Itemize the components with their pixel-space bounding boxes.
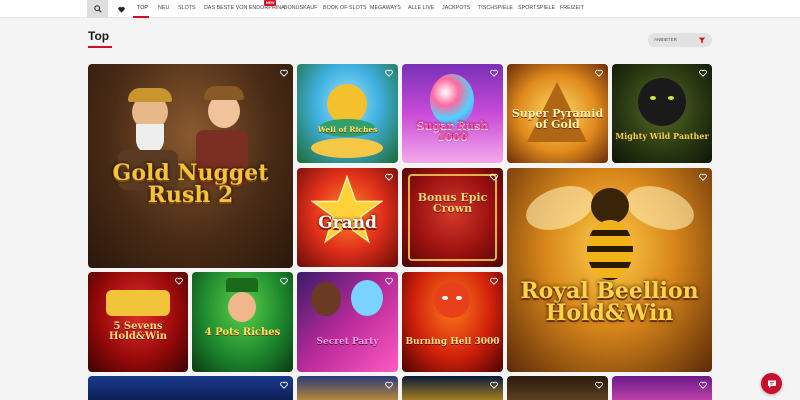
section-title: Top — [88, 29, 110, 43]
favorite-icon[interactable] — [385, 69, 393, 77]
favorite-icon[interactable] — [490, 381, 498, 389]
game-title: Gold Nugget Rush 2 — [112, 160, 269, 208]
search-button[interactable] — [87, 0, 108, 18]
provider-filter[interactable]: ANBIETER — [648, 33, 712, 47]
game-tile[interactable]: Gold Nugget Rush 2 — [88, 64, 293, 268]
game-tile[interactable] — [88, 376, 293, 400]
favorite-icon[interactable] — [385, 381, 393, 389]
game-tile[interactable]: Secret Party — [297, 272, 398, 372]
favorite-icon[interactable] — [385, 173, 393, 181]
game-title: Secret Party — [316, 337, 379, 347]
favorite-icon[interactable] — [595, 69, 603, 77]
game-title: Super Pyramid of Gold — [511, 107, 604, 131]
game-tile[interactable]: Burning Hell 3000 — [402, 272, 503, 372]
game-title: Royal Beellion Hold&Win — [520, 278, 699, 326]
game-title: 5 Sevens Hold&Win — [108, 321, 168, 342]
game-title: Mighty Wild Panther — [615, 131, 709, 141]
heart-icon — [117, 6, 125, 13]
favorite-icon[interactable] — [699, 381, 707, 389]
provider-filter-label: ANBIETER — [654, 37, 677, 42]
nav-item-sportspiele[interactable]: SPORTSPIELE — [518, 0, 555, 18]
nav-active-indicator — [133, 16, 149, 18]
star-icon — [311, 174, 383, 244]
game-title: Sugar Rush 1000 — [416, 119, 489, 143]
favorite-icon[interactable] — [595, 381, 603, 389]
favorite-icon[interactable] — [385, 277, 393, 285]
chat-button[interactable] — [761, 373, 782, 394]
new-badge: NEW — [264, 0, 277, 6]
search-icon — [93, 5, 102, 13]
favorite-icon[interactable] — [280, 69, 288, 77]
game-tile[interactable]: Well of Riches — [297, 64, 398, 163]
game-tile[interactable]: Sugar Rush 1000 — [402, 64, 503, 163]
nav-item-jackpots[interactable]: JACKPOTS — [442, 0, 470, 18]
favorite-icon[interactable] — [280, 381, 288, 389]
game-tile[interactable]: Super Pyramid of Gold — [507, 64, 608, 163]
game-tile[interactable]: Mighty Wild Panther — [612, 64, 712, 163]
favorite-icon[interactable] — [175, 277, 183, 285]
nav-item-megaways[interactable]: MEGAWAYS — [370, 0, 401, 18]
nav-item-tischspiele[interactable]: TISCHSPIELE — [478, 0, 513, 18]
favorite-icon[interactable] — [280, 277, 288, 285]
nav-item-book-of-slots[interactable]: BOOK OF SLOTS — [323, 0, 367, 18]
nav-item-slots[interactable]: SLOTS — [178, 0, 196, 18]
game-title: Bonus Epic Crown — [417, 191, 488, 215]
favorite-icon[interactable] — [699, 69, 707, 77]
game-title: Burning Hell 3000 — [405, 337, 500, 347]
game-tile[interactable] — [402, 376, 503, 400]
nav-item-alle-live[interactable]: ALLE LIVE — [408, 0, 434, 18]
favorites-button[interactable] — [113, 0, 129, 18]
game-tile[interactable]: Grand — [297, 168, 398, 267]
game-tile[interactable]: Royal Beellion Hold&Win — [507, 168, 712, 372]
favorite-icon[interactable] — [699, 173, 707, 181]
game-title: Well of Riches — [317, 125, 378, 134]
favorite-icon[interactable] — [490, 277, 498, 285]
chat-icon — [767, 380, 776, 388]
favorite-icon[interactable] — [490, 69, 498, 77]
nav-item-bonuskauf[interactable]: BONUSKAUF — [284, 0, 317, 18]
nav-item-freizeit[interactable]: FREIZEIT — [560, 0, 584, 18]
game-tile[interactable]: 4 Pots Riches — [192, 272, 293, 372]
category-nav: TOP NEU SLOTS DAS BESTE VON ENDORPHINA N… — [0, 0, 800, 18]
game-tile[interactable] — [507, 376, 608, 400]
favorite-icon[interactable] — [490, 173, 498, 181]
filter-icon — [698, 37, 706, 44]
game-tile[interactable]: Bonus Epic Crown — [402, 168, 503, 267]
game-tile[interactable] — [612, 376, 712, 400]
game-title: 4 Pots Riches — [204, 327, 281, 338]
title-underline — [88, 46, 112, 48]
nav-item-neu[interactable]: NEU — [158, 0, 169, 18]
game-title: Grand — [318, 213, 377, 233]
game-tile[interactable]: 5 Sevens Hold&Win — [88, 272, 188, 372]
game-tile[interactable] — [297, 376, 398, 400]
